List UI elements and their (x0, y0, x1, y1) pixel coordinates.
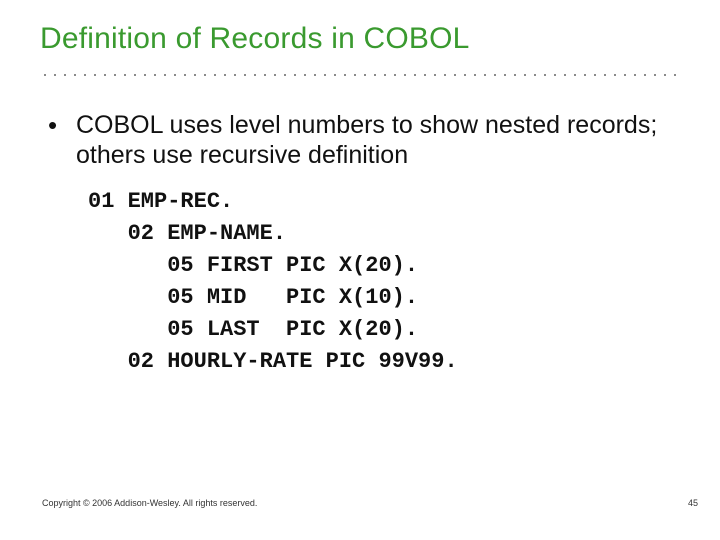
code-block: 01 EMP-REC. 02 EMP-NAME. 05 FIRST PIC X(… (88, 186, 672, 378)
footer-page-number: 45 (688, 498, 698, 508)
bullet-item: • COBOL uses level numbers to show neste… (48, 110, 672, 170)
page-title: Definition of Records in COBOL (0, 0, 720, 66)
footer-copyright: Copyright © 2006 Addison-Wesley. All rig… (42, 498, 257, 508)
slide: Definition of Records in COBOL • COBOL u… (0, 0, 720, 540)
slide-body: • COBOL uses level numbers to show neste… (0, 78, 720, 378)
bullet-text: COBOL uses level numbers to show nested … (76, 110, 672, 170)
bullet-mark: • (48, 110, 76, 140)
